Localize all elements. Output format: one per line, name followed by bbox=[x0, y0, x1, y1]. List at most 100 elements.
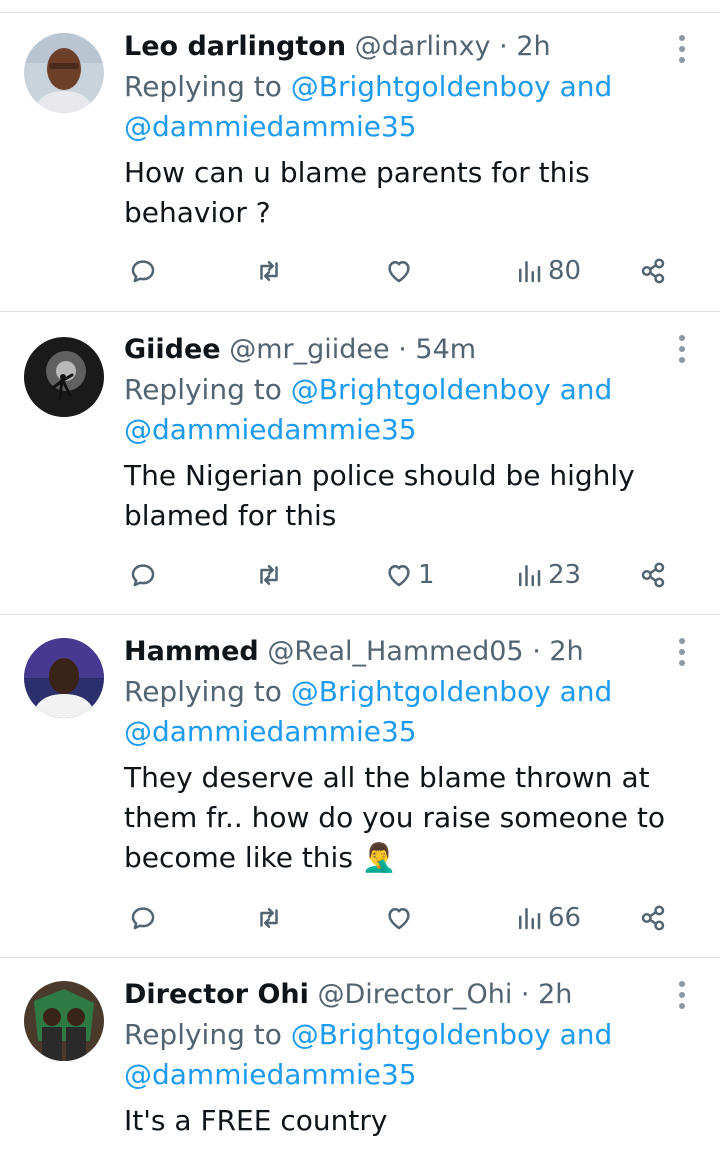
timestamp[interactable]: 2h bbox=[516, 31, 550, 62]
separator-dot: · bbox=[520, 979, 530, 1010]
views-count: 80 bbox=[548, 256, 582, 286]
replying-to: Replying to @Brightgoldenboy and @dammie… bbox=[124, 1015, 680, 1095]
views-count: 23 bbox=[548, 560, 582, 590]
avatar[interactable] bbox=[24, 337, 104, 417]
heart-icon bbox=[388, 565, 410, 587]
more-options-icon[interactable] bbox=[678, 335, 686, 363]
replying-to-label: Replying to bbox=[124, 1018, 282, 1051]
views-button[interactable]: 66 bbox=[514, 898, 581, 938]
tweet-text: They deserve all the blame thrown at the… bbox=[124, 758, 680, 878]
display-name[interactable]: Director Ohi bbox=[124, 979, 309, 1010]
retweet-button[interactable] bbox=[254, 555, 284, 595]
retweet-button[interactable] bbox=[254, 251, 284, 291]
retweet-icon bbox=[260, 908, 278, 928]
separator-dot: · bbox=[532, 636, 541, 667]
tweet-text-line: behavior ? bbox=[124, 196, 271, 229]
more-options-icon[interactable] bbox=[678, 981, 686, 1009]
avatar[interactable] bbox=[24, 33, 104, 113]
display-name[interactable]: Leo darlington bbox=[124, 31, 346, 62]
separator-dot: · bbox=[499, 31, 508, 62]
like-button[interactable]: 1 bbox=[384, 555, 435, 595]
username[interactable]: @mr_giidee bbox=[229, 334, 389, 365]
tweet-text: How can u blame parents for this behavio… bbox=[124, 153, 680, 233]
share-button[interactable] bbox=[638, 555, 668, 595]
mention-link[interactable]: @Brightgoldenboy bbox=[291, 373, 551, 406]
user-avatar-illustration-icon bbox=[24, 981, 104, 1061]
share-icon bbox=[641, 562, 665, 588]
more-options-icon[interactable] bbox=[678, 35, 686, 63]
display-name[interactable]: Hammed bbox=[124, 636, 259, 667]
like-count: 1 bbox=[418, 560, 435, 590]
reply-icon bbox=[131, 564, 155, 587]
username[interactable]: @Director_Ohi bbox=[318, 979, 513, 1010]
reply-button[interactable] bbox=[128, 898, 158, 938]
tweet-text: The Nigerian police should be highly bla… bbox=[124, 456, 680, 536]
tweet-text-line: How can u blame parents for this bbox=[124, 156, 590, 189]
mention-link[interactable]: @dammiedammie35 bbox=[124, 110, 417, 143]
more-options-icon[interactable] bbox=[678, 638, 686, 666]
retweet-button[interactable] bbox=[254, 898, 284, 938]
views-button[interactable]: 80 bbox=[514, 251, 581, 291]
heart-icon bbox=[388, 908, 410, 930]
avatar[interactable] bbox=[24, 638, 104, 718]
reply-icon bbox=[131, 907, 155, 930]
tweet-reply[interactable]: Giidee @mr_giidee · 54m Replying to @Bri… bbox=[0, 313, 720, 615]
retweet-icon bbox=[260, 261, 278, 281]
action-bar: 1 23 bbox=[124, 555, 684, 595]
share-icon bbox=[641, 905, 665, 931]
tweet-text-line: become like this 🤦‍♂️ bbox=[124, 841, 397, 874]
reply-button[interactable] bbox=[128, 251, 158, 291]
replying-to-label: Replying to bbox=[124, 70, 282, 103]
retweet-icon bbox=[260, 565, 278, 585]
mention-link[interactable]: @dammiedammie35 bbox=[124, 715, 417, 748]
heart-icon bbox=[388, 261, 410, 283]
mention-link[interactable]: @Brightgoldenboy bbox=[291, 70, 551, 103]
views-bar-chart-icon bbox=[519, 261, 541, 283]
mention-link[interactable]: @dammiedammie35 bbox=[124, 1058, 417, 1091]
tweet-reply[interactable]: Hammed @Real_Hammed05 · 2h Replying to @… bbox=[0, 616, 720, 958]
replying-to-label: Replying to bbox=[124, 675, 282, 708]
timestamp[interactable]: 2h bbox=[549, 636, 583, 667]
mention-and[interactable]: and bbox=[560, 1018, 613, 1051]
tweet-text-line: It's a FREE country bbox=[124, 1104, 388, 1137]
like-button[interactable] bbox=[384, 251, 418, 291]
mention-and[interactable]: and bbox=[560, 373, 613, 406]
replying-to: Replying to @Brightgoldenboy and @dammie… bbox=[124, 67, 680, 147]
action-bar: 66 bbox=[124, 898, 684, 938]
avatar[interactable] bbox=[24, 981, 104, 1061]
views-count: 66 bbox=[548, 903, 582, 933]
mention-and[interactable]: and bbox=[560, 675, 613, 708]
user-avatar-silhouette-icon bbox=[24, 337, 104, 417]
tweet-reply[interactable]: Director Ohi @Director_Ohi · 2h Replying… bbox=[0, 959, 720, 1149]
share-button[interactable] bbox=[638, 898, 668, 938]
tweet-text-line: They deserve all the blame thrown at bbox=[124, 761, 650, 794]
username[interactable]: @Real_Hammed05 bbox=[267, 636, 523, 667]
tweet-text-line: The Nigerian police should be highly bbox=[124, 459, 635, 492]
replying-to-label: Replying to bbox=[124, 373, 282, 406]
tweet-text-line: blamed for this bbox=[124, 499, 337, 532]
like-button[interactable] bbox=[384, 898, 418, 938]
mention-link[interactable]: @Brightgoldenboy bbox=[291, 1018, 551, 1051]
reply-icon bbox=[131, 260, 155, 283]
display-name[interactable]: Giidee bbox=[124, 334, 221, 365]
tweet-text: It's a FREE country bbox=[124, 1101, 680, 1141]
username[interactable]: @darlinxy bbox=[355, 31, 491, 62]
mention-and[interactable]: and bbox=[560, 70, 613, 103]
views-button[interactable]: 23 bbox=[514, 555, 581, 595]
views-bar-chart-icon bbox=[519, 908, 541, 930]
action-bar: 80 bbox=[124, 251, 684, 291]
timestamp[interactable]: 54m bbox=[415, 334, 476, 365]
reply-button[interactable] bbox=[128, 555, 158, 595]
share-button[interactable] bbox=[638, 251, 668, 291]
replying-to: Replying to @Brightgoldenboy and @dammie… bbox=[124, 672, 680, 752]
tweet-text-line: them fr.. how do you raise someone to bbox=[124, 801, 665, 834]
user-avatar-photo-icon bbox=[24, 33, 104, 113]
mention-link[interactable]: @dammiedammie35 bbox=[124, 413, 417, 446]
tweet-reply[interactable]: Leo darlington @darlinxy · 2h Replying t… bbox=[0, 13, 720, 312]
separator-dot: · bbox=[398, 334, 407, 365]
timestamp[interactable]: 2h bbox=[538, 979, 572, 1010]
share-icon bbox=[641, 258, 665, 284]
mention-link[interactable]: @Brightgoldenboy bbox=[291, 675, 551, 708]
replying-to: Replying to @Brightgoldenboy and @dammie… bbox=[124, 370, 680, 450]
user-avatar-photo-icon bbox=[24, 638, 104, 718]
